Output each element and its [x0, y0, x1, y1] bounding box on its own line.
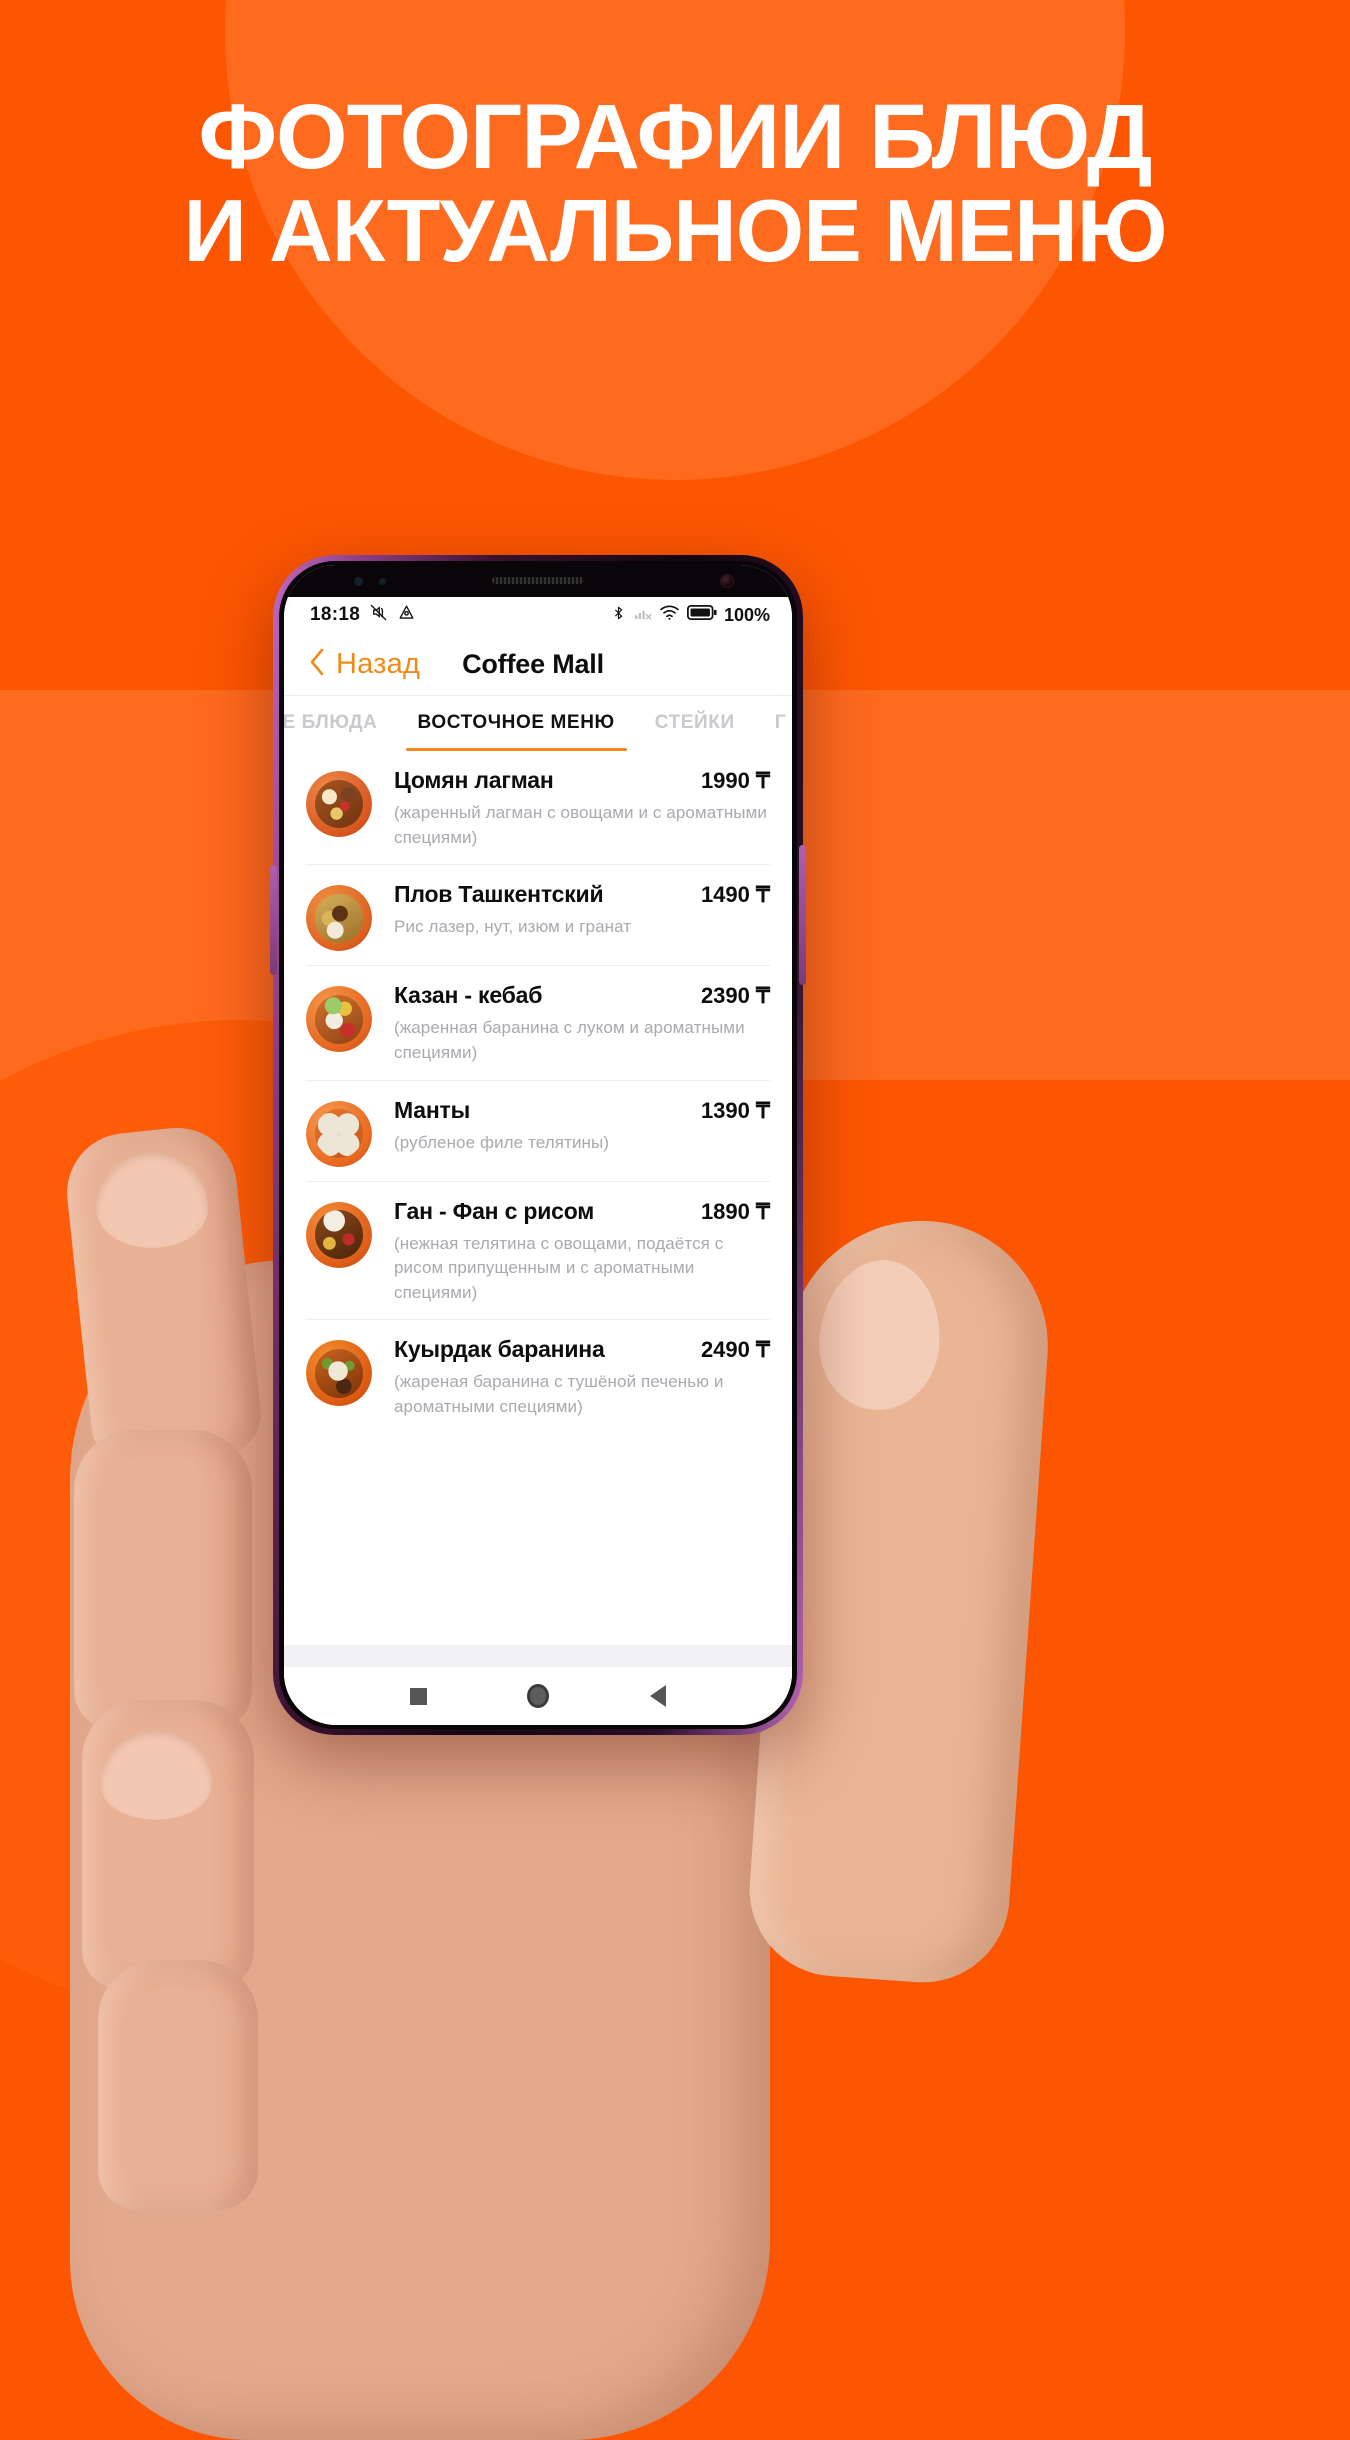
menu-item-body: Манты 1390 ₸ (рубленое филе телятины) [394, 1097, 770, 1156]
menu-item-name: Куырдак баранина [394, 1336, 605, 1363]
menu-item-top-row: Ган - Фан с рисом 1890 ₸ [394, 1198, 770, 1225]
menu-item-price: 2390 ₸ [700, 983, 770, 1009]
menu-item-body: Казан - кебаб 2390 ₸ (жаренная баранина … [394, 982, 770, 1065]
status-bar: 18:18 100% [284, 597, 792, 633]
menu-item-top-row: Плов Ташкентский 1490 ₸ [394, 881, 770, 908]
menu-item-name: Казан - кебаб [394, 982, 543, 1009]
earpiece-speaker [492, 577, 584, 584]
lagman-photo [306, 771, 372, 837]
signal-no-service-icon [633, 604, 652, 627]
home-circle-icon [527, 1684, 550, 1708]
nav-bar-divider [284, 1645, 792, 1667]
light-sensor-icon [379, 578, 386, 585]
manty-photo [306, 1100, 372, 1167]
menu-item[interactable]: Ган - Фан с рисом 1890 ₸ (нежная телятин… [306, 1180, 770, 1320]
menu-item[interactable]: Куырдак баранина 2490 ₸ (жареная баранин… [306, 1319, 770, 1433]
back-button[interactable]: Назад [308, 647, 420, 682]
menu-item-description: (жареная баранина с тушёной печенью и ар… [394, 1372, 724, 1417]
menu-item-top-row: Казан - кебаб 2390 ₸ [394, 982, 770, 1009]
tab-steaks[interactable]: СТЕЙКИ [635, 695, 755, 751]
tab-eastern-menu[interactable]: ВОСТОЧНОЕ МЕНЮ [398, 695, 635, 751]
menu-item-price: 2490 ₸ [700, 1337, 770, 1363]
status-bar-left: 18:18 [310, 603, 416, 627]
menu-item[interactable]: Цомян лагман 1990 ₸ (жаренный лагман с о… [306, 751, 770, 864]
menu-items-list[interactable]: Цомян лагман 1990 ₸ (жаренный лагман с о… [284, 751, 792, 1611]
power-button[interactable] [799, 845, 806, 985]
menu-item-body: Ган - Фан с рисом 1890 ₸ (нежная телятин… [394, 1198, 770, 1306]
app-header: Назад Coffee Mall [284, 633, 792, 695]
volume-button[interactable] [270, 865, 277, 975]
battery-percent-label: 100% [723, 604, 770, 625]
gan-fan-photo [306, 1201, 372, 1268]
android-navigation-bar[interactable] [284, 1667, 792, 1725]
category-tabs[interactable]: ЯЧИЕ БЛЮДА ВОСТОЧНОЕ МЕНЮ СТЕЙКИ Г [284, 695, 792, 751]
promo-headline-line-2: И АКТУАЛЬНОЕ МЕНЮ [183, 181, 1167, 281]
menu-item[interactable]: Манты 1390 ₸ (рубленое филе телятины) [306, 1079, 770, 1181]
finger-pinky [98, 1960, 258, 2210]
tab-next-partial[interactable]: Г [755, 695, 792, 751]
menu-item-price: 1990 ₸ [700, 768, 770, 793]
menu-item-description: (нежная телятина с овощами, подаётся с р… [394, 1233, 724, 1302]
back-button-label: Назад [336, 647, 421, 680]
front-camera-icon [720, 574, 734, 588]
plov-photo [306, 885, 372, 952]
menu-item-price: 1890 ₸ [700, 1198, 770, 1224]
phone-notch [284, 565, 792, 597]
menu-item-top-row: Цомян лагман 1990 ₸ [394, 767, 770, 794]
menu-item-top-row: Манты 1390 ₸ [394, 1097, 770, 1124]
wifi-icon [659, 604, 680, 626]
proximity-sensor-icon [354, 577, 363, 586]
back-nav-button[interactable] [649, 1685, 666, 1707]
menu-item-description: (жаренный лагман с овощами и с ароматным… [394, 803, 768, 847]
menu-item-name: Цомян лагман [394, 767, 554, 793]
menu-item-description: (жаренная баранина с луком и ароматными … [394, 1018, 745, 1062]
menu-item-name: Манты [394, 1096, 471, 1123]
menu-item[interactable]: Плов Ташкентский 1490 ₸ Рис лазер, нут, … [306, 864, 770, 965]
menu-item-name: Плов Ташкентский [394, 881, 604, 908]
tab-hot-dishes[interactable]: ЯЧИЕ БЛЮДА [284, 695, 398, 751]
menu-item-description: Рис лазер, нут, изюм и гранат [394, 917, 632, 937]
battery-icon [686, 604, 717, 626]
menu-item-description: (рубленое филе телятины) [394, 1132, 610, 1152]
promo-headline: ФОТОГРАФИИ БЛЮД И АКТУАЛЬНОЕ МЕНЮ [0, 86, 1350, 281]
phone-device: 18:18 100% Назад Coffee Mall Е БЛЮДА ВОС… [270, 555, 806, 1735]
promo-headline-line-1: ФОТОГРАФИИ БЛЮД [198, 86, 1153, 188]
phone-screen: 18:18 100% Назад Coffee Mall Е БЛЮДА ВОС… [284, 565, 792, 1725]
menu-item-body: Куырдак баранина 2490 ₸ (жареная баранин… [394, 1336, 770, 1419]
menu-item[interactable]: Казан - кебаб 2390 ₸ (жаренная баранина … [306, 965, 770, 1079]
page-title: Coffee Mall [462, 648, 604, 679]
status-bar-right: 100% [611, 604, 770, 627]
status-bar-clock: 18:18 [310, 604, 361, 625]
phone-bezel: 18:18 100% Назад Coffee Mall Е БЛЮДА ВОС… [279, 561, 797, 1729]
kazan-kebab-photo [306, 986, 372, 1053]
kuyrdak-photo [306, 1340, 372, 1407]
menu-item-body: Цомян лагман 1990 ₸ (жаренный лагман с о… [394, 767, 770, 850]
list-bottom-spacer [284, 1611, 792, 1645]
bluetooth-icon [611, 604, 626, 627]
menu-item-name: Ган - Фан с рисом [394, 1197, 595, 1224]
menu-item-body: Плов Ташкентский 1490 ₸ Рис лазер, нут, … [394, 881, 770, 940]
triangle-drive-icon [397, 603, 416, 627]
menu-item-price: 1490 ₸ [700, 882, 770, 908]
menu-item-top-row: Куырдак баранина 2490 ₸ [394, 1336, 770, 1363]
mute-icon [369, 603, 388, 627]
chevron-left-icon [308, 647, 326, 682]
menu-item-price: 1390 ₸ [700, 1097, 770, 1123]
recents-button[interactable] [410, 1687, 428, 1705]
recents-square-icon [410, 1687, 428, 1705]
back-triangle-icon [649, 1685, 666, 1707]
home-button[interactable] [527, 1684, 550, 1708]
finger-middle [74, 1430, 252, 1730]
